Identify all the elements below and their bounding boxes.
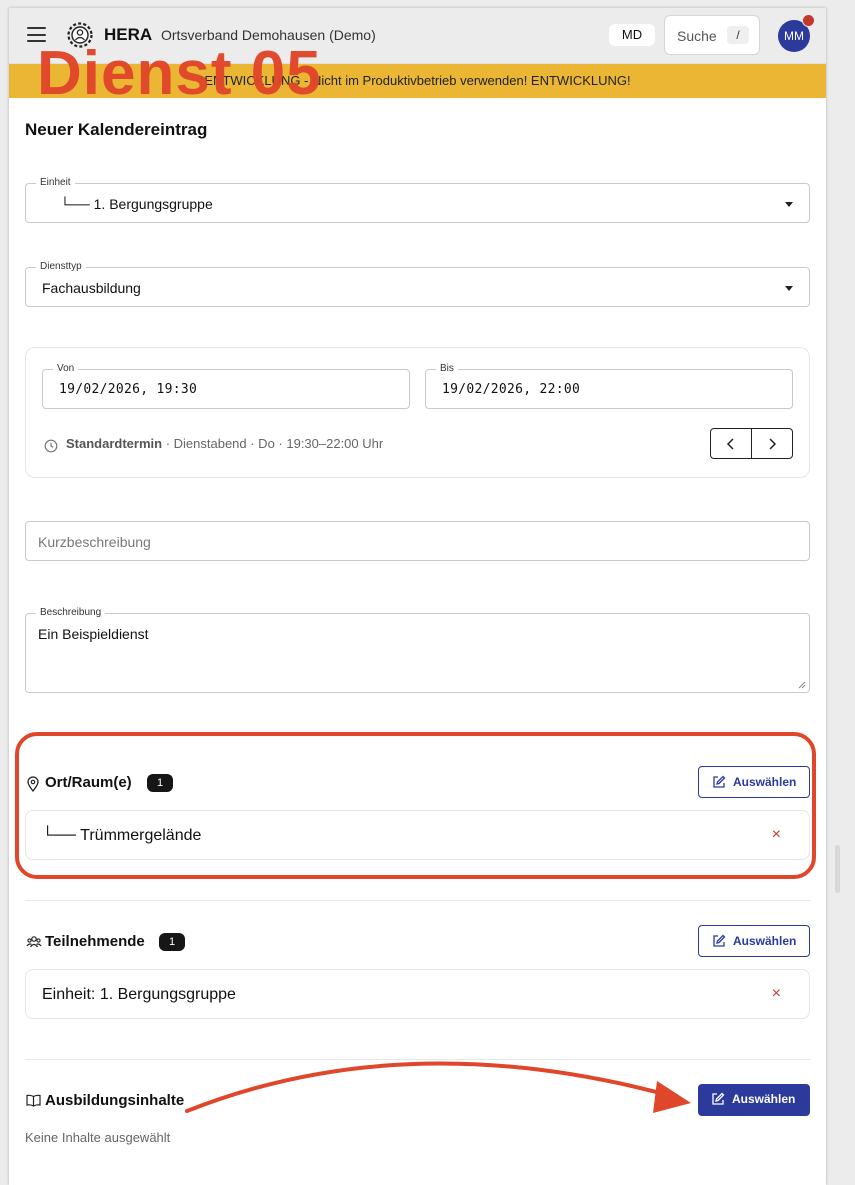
ausbildungsinhalte-empty-text: Keine Inhalte ausgewählt [25, 1130, 171, 1145]
bis-input[interactable]: Bis 19/02/2026, 22:00 [425, 363, 793, 409]
von-value: 19/02/2026, 19:30 [59, 382, 198, 397]
top-bar: HERA Ortsverband Demohausen (Demo) MD Su… [9, 8, 826, 64]
ort-item: └── Trümmergelände × [25, 810, 810, 860]
ausbildungsinhalte-title: Ausbildungsinhalte [45, 1092, 185, 1109]
search-label: Suche [677, 28, 717, 44]
divider [25, 1059, 810, 1060]
org-name: Ortsverband Demohausen (Demo) [161, 27, 376, 43]
teilnehmende-title: Teilnehmende [45, 933, 145, 950]
book-icon [26, 1094, 41, 1107]
resize-handle-icon[interactable] [798, 681, 806, 689]
einheit-select[interactable]: Einheit └── 1. Bergungsgruppe [25, 177, 810, 223]
next-termin-button[interactable] [752, 429, 792, 458]
annotation-arrow [185, 1061, 691, 1113]
teilnehmende-count-badge: 1 [159, 933, 185, 951]
von-input[interactable]: Von 19/02/2026, 19:30 [42, 363, 410, 409]
einheit-value: └── 1. Bergungsgruppe [60, 196, 213, 212]
chevron-left-icon [726, 438, 734, 450]
beschreibung-value: Ein Beispieldienst [38, 626, 149, 642]
kurzbeschreibung-input[interactable]: Kurzbeschreibung [25, 521, 810, 561]
app-window: HERA Ortsverband Demohausen (Demo) MD Su… [9, 8, 826, 1185]
ort-button-label: Auswählen [733, 775, 797, 789]
einheit-label: Einheit [36, 177, 75, 189]
teilnehmende-item-label: Einheit: 1. Bergungsgruppe [42, 986, 236, 1003]
thw-logo-icon[interactable] [66, 21, 94, 49]
caret-down-icon [785, 202, 793, 207]
search-input[interactable]: Suche / [664, 15, 760, 55]
divider [25, 900, 810, 901]
users-icon [26, 936, 42, 948]
previous-termin-button[interactable] [711, 429, 752, 458]
bis-value: 19/02/2026, 22:00 [442, 382, 581, 397]
teilnehmende-item: Einheit: 1. Bergungsgruppe × [25, 969, 810, 1019]
ort-title: Ort/Raum(e) [45, 774, 132, 791]
standardtermin-info: Standardtermin · Dienstabend · Do · 19:3… [66, 436, 383, 451]
datetime-card: Von 19/02/2026, 19:30 Bis 19/02/2026, 22… [25, 347, 810, 478]
caret-down-icon [785, 286, 793, 291]
diensttyp-label: Diensttyp [36, 261, 86, 273]
chevron-right-icon [769, 438, 777, 450]
beschreibung-textarea[interactable]: Beschreibung Ein Beispieldienst [25, 607, 810, 693]
beschreibung-label: Beschreibung [36, 607, 106, 619]
edit-icon [713, 775, 726, 788]
ort-item-label: └── Trümmergelände [42, 827, 202, 844]
termin-nav [710, 428, 793, 459]
kurzbeschreibung-placeholder: Kurzbeschreibung [38, 534, 151, 550]
scrollbar[interactable] [835, 845, 840, 893]
teilnehmende-button-label: Auswählen [733, 934, 797, 948]
search-shortcut-key: / [727, 26, 749, 44]
close-icon[interactable]: × [772, 826, 781, 844]
von-label: Von [53, 363, 79, 375]
menu-icon[interactable] [27, 27, 46, 42]
ausbildungsinhalte-button-label: Auswählen [732, 1092, 796, 1106]
dev-banner: ENTWICKLUNG - Nicht im Produktivbetrieb … [9, 64, 826, 98]
notification-dot [802, 14, 815, 27]
ort-count-badge: 1 [147, 774, 173, 792]
standardtermin-details: · Dienstabend · Do · 19:30–22:00 Uhr [162, 436, 384, 451]
standardtermin-label: Standardtermin [66, 436, 163, 451]
bis-label: Bis [436, 363, 458, 375]
brand-name: HERA [104, 25, 153, 44]
diensttyp-select[interactable]: Diensttyp Fachausbildung [25, 261, 810, 307]
edit-icon [712, 1092, 725, 1105]
close-icon[interactable]: × [772, 985, 781, 1003]
page-title: Neuer Kalendereintrag [25, 120, 208, 139]
ausbildungsinhalte-auswaehlen-button[interactable]: Auswählen [698, 1084, 810, 1116]
ort-auswaehlen-button[interactable]: Auswählen [698, 766, 810, 798]
clock-icon [44, 439, 58, 453]
map-pin-icon [27, 776, 39, 792]
md-badge[interactable]: MD [609, 24, 655, 46]
edit-icon [713, 934, 726, 947]
diensttyp-value: Fachausbildung [42, 280, 141, 296]
teilnehmende-auswaehlen-button[interactable]: Auswählen [698, 925, 810, 957]
